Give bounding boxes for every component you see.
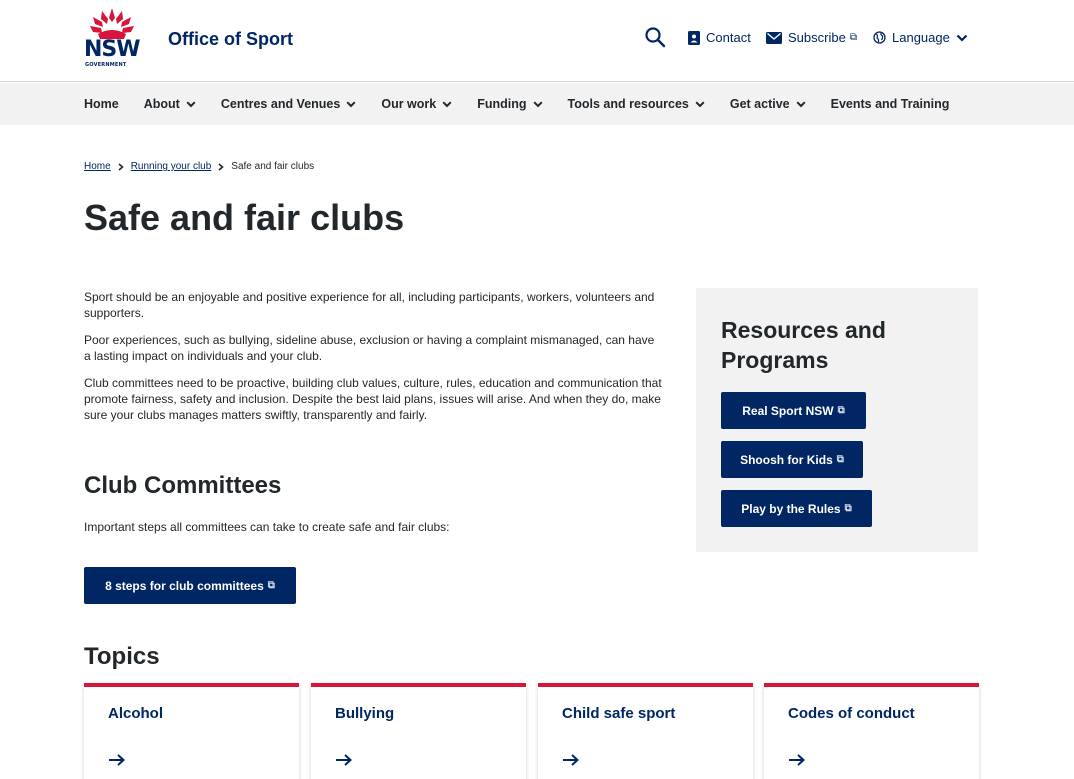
nav-item-label: Tools and resources bbox=[567, 97, 689, 111]
arrow-right-icon bbox=[563, 754, 579, 766]
nav-item-label: Home bbox=[84, 97, 119, 111]
button-label: Shoosh for Kids bbox=[740, 452, 833, 467]
intro-text: Sport should be an enjoyable and positiv… bbox=[84, 289, 664, 434]
contact-card-icon bbox=[688, 30, 700, 45]
nsw-government-logo[interactable]: NSW GOVERNMENT bbox=[84, 6, 141, 68]
breadcrumb-parent-link[interactable]: Running your club bbox=[131, 161, 212, 172]
chevron-right-icon bbox=[118, 162, 124, 171]
breadcrumb-home-link[interactable]: Home bbox=[84, 161, 111, 172]
globe-icon bbox=[873, 31, 886, 44]
nav-item-label: Get active bbox=[729, 97, 790, 111]
chevron-down-icon bbox=[442, 100, 452, 107]
button-label: 8 steps for club committees bbox=[105, 578, 264, 593]
contact-label: Contact bbox=[706, 30, 751, 45]
nav-item-events-and-training[interactable]: Events and Training bbox=[831, 97, 950, 111]
button-label: Real Sport NSW bbox=[742, 403, 834, 418]
nav-item-label: About bbox=[143, 97, 180, 111]
language-label: Language bbox=[892, 30, 950, 45]
intro-paragraph: Poor experiences, such as bullying, side… bbox=[84, 333, 655, 363]
external-link-icon: ⧉ bbox=[849, 32, 857, 43]
button-label: Play by the Rules bbox=[741, 501, 841, 516]
site-header: NSW GOVERNMENT Office of Sport Contact S… bbox=[0, 0, 1074, 82]
nav-item-label: Events and Training bbox=[830, 97, 950, 111]
arrow-right-icon bbox=[789, 754, 805, 766]
breadcrumb: Home Running your club Safe and fair clu… bbox=[84, 161, 314, 172]
external-link-icon: ⧉ bbox=[836, 454, 844, 465]
chevron-down-icon bbox=[796, 100, 806, 107]
club-committees-text: Important steps all committees can take … bbox=[84, 520, 450, 534]
language-selector[interactable]: Language bbox=[873, 30, 974, 45]
topic-card-title: Codes of conduct bbox=[788, 705, 915, 722]
arrow-right-icon bbox=[336, 754, 352, 766]
chevron-down-icon bbox=[186, 100, 196, 107]
topics-heading: Topics bbox=[84, 643, 160, 670]
page-title: Safe and fair clubs bbox=[84, 197, 405, 238]
nav-item-label: Centres and Venues bbox=[220, 97, 341, 111]
mail-icon bbox=[766, 31, 782, 44]
topic-card-codes-of-conduct[interactable]: Codes of conduct bbox=[764, 683, 979, 779]
contact-link[interactable]: Contact bbox=[688, 30, 751, 45]
club-committees-heading: Club Committees bbox=[84, 472, 282, 499]
topic-card-title: Child safe sport bbox=[562, 705, 676, 722]
chevron-down-icon bbox=[533, 100, 543, 107]
nav-item-label: Funding bbox=[477, 97, 527, 111]
nav-item-get-active[interactable]: Get active bbox=[730, 97, 806, 111]
play-by-the-rules-button[interactable]: Play by the Rules ⧉ bbox=[721, 490, 872, 527]
nav-item-about[interactable]: About bbox=[144, 97, 196, 111]
chevron-down-icon bbox=[346, 100, 356, 107]
real-sport-nsw-button[interactable]: Real Sport NSW ⧉ bbox=[721, 392, 866, 429]
chevron-down-icon bbox=[956, 34, 968, 42]
logo-nsw-text: NSW bbox=[84, 37, 141, 62]
nav-item-funding[interactable]: Funding bbox=[477, 97, 543, 111]
breadcrumb-current: Safe and fair clubs bbox=[231, 161, 315, 172]
topic-card-child-safe-sport[interactable]: Child safe sport bbox=[538, 683, 753, 779]
nav-item-our-work[interactable]: Our work bbox=[381, 97, 452, 111]
logo-government-text: GOVERNMENT bbox=[85, 62, 127, 68]
nav-item-centres-and-venues[interactable]: Centres and Venues bbox=[221, 97, 357, 111]
external-link-icon: ⧉ bbox=[267, 580, 275, 591]
site-title[interactable]: Office of Sport bbox=[168, 29, 293, 50]
nav-item-home[interactable]: Home bbox=[84, 97, 119, 111]
search-icon[interactable] bbox=[644, 26, 666, 48]
sidebar-title: Resources and Programs bbox=[721, 317, 886, 373]
subscribe-link[interactable]: Subscribe ⧉ bbox=[766, 30, 857, 45]
subscribe-label: Subscribe bbox=[788, 30, 846, 45]
intro-paragraph: Club committees need to be proactive, bu… bbox=[84, 376, 662, 422]
waratah-icon bbox=[90, 8, 134, 39]
nav-item-label: Our work bbox=[381, 97, 437, 111]
nav-item-tools-and-resources[interactable]: Tools and resources bbox=[568, 97, 705, 111]
resources-sidebar: Resources and Programs Real Sport NSW ⧉ … bbox=[696, 288, 978, 552]
topic-card-title: Alcohol bbox=[108, 705, 163, 722]
arrow-right-icon bbox=[109, 754, 125, 766]
main-navigation: Home About Centres and Venues Our work Fundi… bbox=[0, 83, 1074, 125]
steps-for-committees-button[interactable]: 8 steps for club committees ⧉ bbox=[84, 567, 296, 604]
chevron-down-icon bbox=[695, 100, 705, 107]
shoosh-for-kids-button[interactable]: Shoosh for Kids ⧉ bbox=[721, 441, 863, 478]
external-link-icon: ⧉ bbox=[844, 503, 852, 514]
external-link-icon: ⧉ bbox=[837, 405, 845, 416]
topic-card-bullying[interactable]: Bullying bbox=[311, 683, 526, 779]
chevron-right-icon bbox=[218, 162, 225, 171]
intro-paragraph: Sport should be an enjoyable and positiv… bbox=[84, 290, 655, 320]
topic-card-alcohol[interactable]: Alcohol bbox=[84, 683, 299, 779]
topic-card-title: Bullying bbox=[335, 705, 395, 722]
nav-items: Home About Centres and Venues Our work Fundi… bbox=[84, 83, 974, 125]
